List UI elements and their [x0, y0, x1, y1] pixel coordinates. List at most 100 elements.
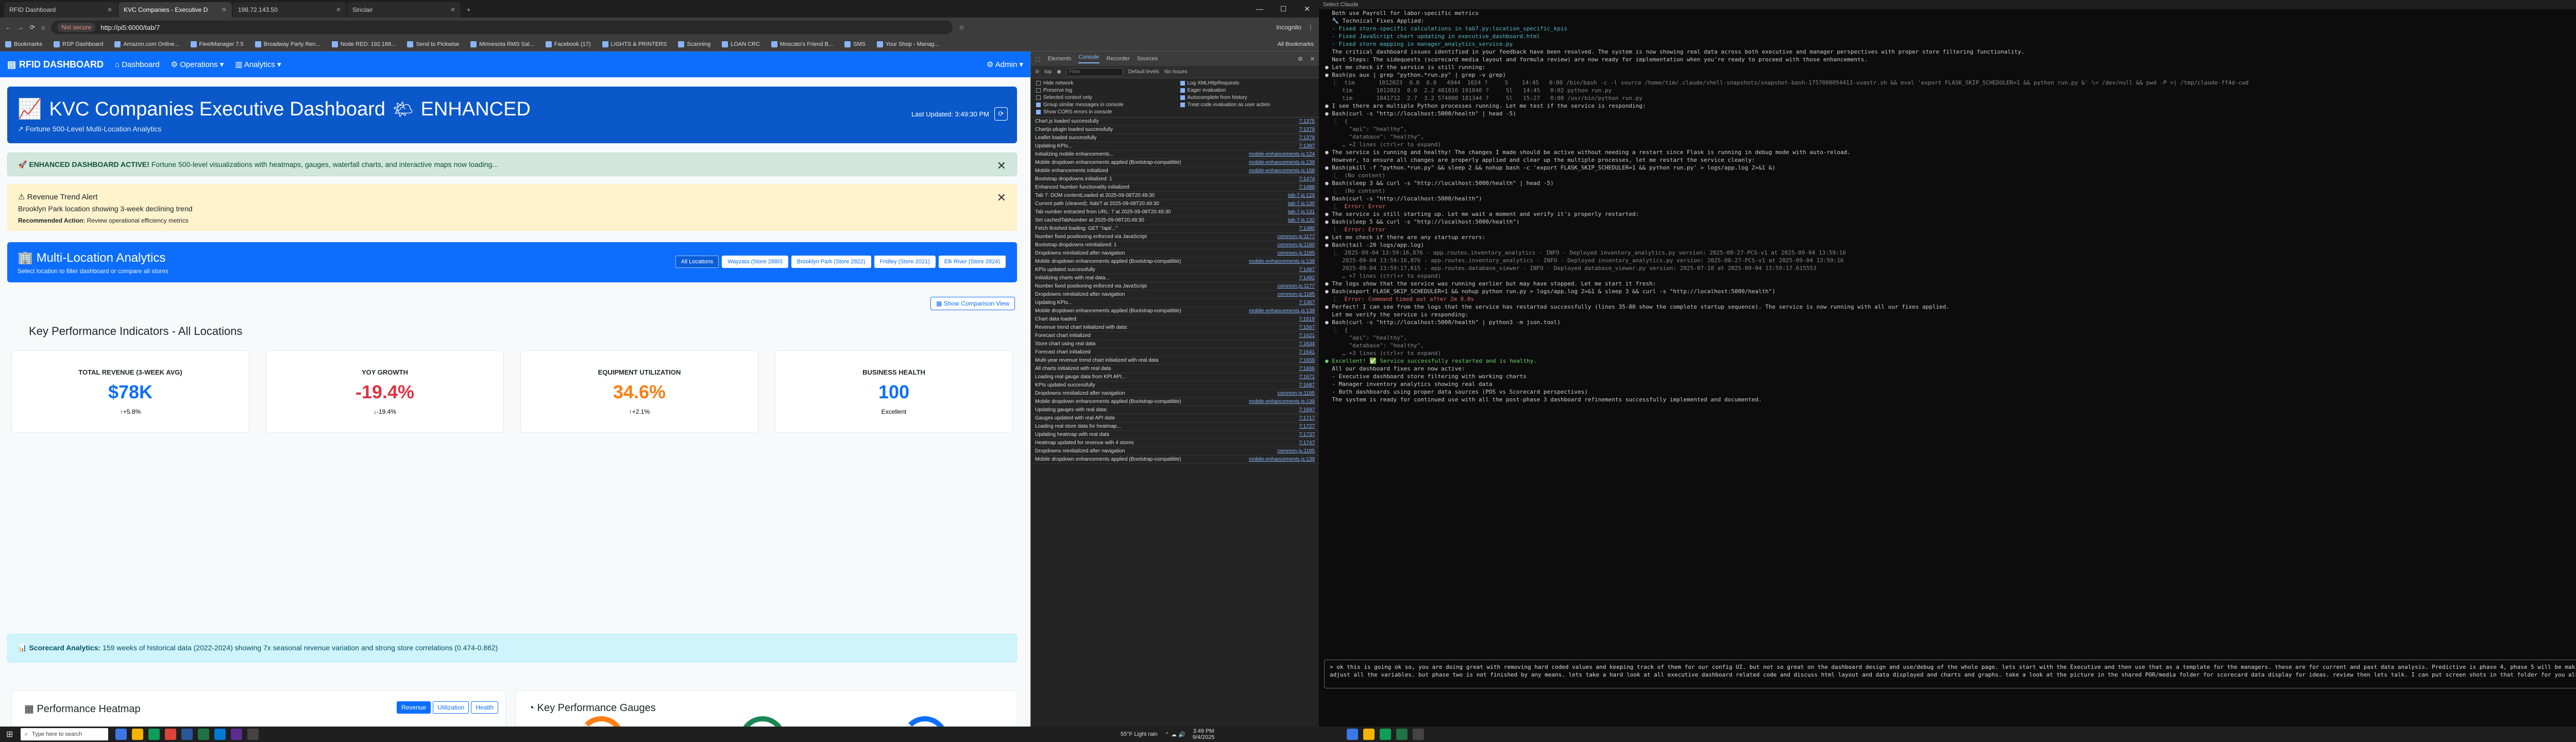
location-wayzata-button[interactable]: Wayzata (Store 2880) [722, 256, 788, 268]
location-all-button[interactable]: All Locations [675, 256, 719, 268]
eye-icon[interactable]: ◉ [1057, 69, 1061, 75]
show-comparison-button[interactable]: ▦ Show Comparison View [930, 297, 1015, 310]
option-selected-context[interactable]: Selected context only [1036, 95, 1170, 100]
source-link[interactable]: tab-7.js:131 [1288, 209, 1315, 215]
heatmap-utilization-button[interactable]: Utilization [433, 701, 469, 714]
source-link[interactable]: common.js:1177 [1277, 234, 1315, 240]
source-link[interactable]: mobile-enhancements.js:139 [1249, 259, 1315, 264]
source-link[interactable]: 7:1634 [1299, 341, 1315, 347]
nav-operations[interactable]: ⚙ Operations ▾ [171, 60, 224, 69]
source-link[interactable]: mobile-enhancements.js:139 [1249, 399, 1315, 404]
source-link[interactable]: 7:1375 [1299, 119, 1315, 124]
bookmark[interactable]: LOAN CRC [722, 41, 760, 47]
source-link[interactable]: mobile-enhancements.js:139 [1249, 308, 1315, 314]
excel-icon[interactable] [1396, 729, 1408, 740]
source-link[interactable]: 7:1687 [1299, 382, 1315, 388]
location-brooklyn-park-button[interactable]: Brooklyn Park (Store 2822) [791, 256, 871, 268]
source-link[interactable]: tab-7.js:129 [1288, 193, 1315, 198]
source-link[interactable]: 7:1659 [1299, 358, 1315, 363]
minimize-icon[interactable]: — [1248, 0, 1272, 18]
option-log-xhr[interactable]: Log XMLHttpRequests [1180, 80, 1314, 86]
source-link[interactable]: tab-7.js:132 [1288, 217, 1315, 223]
source-link[interactable]: common.js:1180 [1277, 242, 1315, 248]
bookmark[interactable]: Send to Pickwise [407, 41, 459, 47]
source-link[interactable]: tab-7.js:130 [1288, 201, 1315, 207]
option-autocomplete[interactable]: Autocomplete from history [1180, 95, 1314, 100]
option-treat-eval[interactable]: Treat code evaluation as user action [1180, 102, 1314, 108]
claude-prompt-input[interactable]: > ok this is going ok so, you are doing … [1324, 660, 2576, 688]
tray-icons[interactable]: ⌃ ☁ 🔊 [1165, 731, 1185, 738]
source-link[interactable]: mobile-enhancements.js:139 [1249, 160, 1315, 165]
bookmark[interactable]: SMS [844, 41, 866, 47]
bookmark[interactable]: Scanning [678, 41, 710, 47]
heatmap-health-button[interactable]: Health [471, 701, 498, 714]
close-icon[interactable]: ✕ [1310, 56, 1315, 62]
source-link[interactable]: common.js:1177 [1277, 283, 1315, 289]
source-link[interactable]: 7:1641 [1299, 349, 1315, 355]
source-link[interactable]: 7:1379 [1299, 127, 1315, 132]
refresh-button[interactable]: ⟳ [994, 107, 1008, 121]
source-link[interactable]: 7:1621 [1299, 333, 1315, 339]
browser-tab-active[interactable]: KVC Companies - Executive D ✕ [118, 2, 232, 18]
levels-select[interactable]: Default levels [1128, 69, 1159, 75]
close-icon[interactable]: ✕ [450, 6, 455, 13]
context-select[interactable]: top [1044, 69, 1052, 75]
devtools-tab-recorder[interactable]: Recorder [1107, 56, 1130, 62]
source-link[interactable]: 7:1492 [1299, 275, 1315, 281]
file-explorer-icon[interactable] [1363, 729, 1375, 740]
terminal-icon[interactable] [247, 729, 259, 740]
devtools-tab-sources[interactable]: Sources [1137, 56, 1158, 62]
close-alert-button[interactable]: ✕ [997, 191, 1006, 205]
source-link[interactable]: 7:1474 [1299, 176, 1315, 182]
source-link[interactable]: 7:1666 [1299, 366, 1315, 372]
all-bookmarks[interactable]: All Bookmarks [1278, 41, 1314, 47]
clear-console-icon[interactable]: ⊘ [1035, 69, 1039, 75]
close-icon[interactable]: ✕ [222, 6, 227, 13]
close-alert-button[interactable]: ✕ [997, 159, 1006, 173]
word-icon[interactable] [181, 729, 193, 740]
reload-icon[interactable]: ⟳ [30, 24, 35, 31]
url-text[interactable]: http://pi5:6000/tab/7 [100, 24, 160, 31]
option-preserve-log[interactable]: Preserve log [1036, 88, 1170, 93]
source-link[interactable]: 7:1567 [1299, 325, 1315, 330]
bookmark[interactable]: Moscato's Friend B... [771, 41, 833, 47]
devtools-tab-console[interactable]: Console [1078, 54, 1099, 63]
nav-dashboard[interactable]: ⌂ Dashboard [115, 60, 160, 69]
source-link[interactable]: 7:1519 [1299, 316, 1315, 322]
terminal-icon[interactable] [1413, 729, 1424, 740]
weather-widget[interactable]: 55°F Light rain [1121, 731, 1158, 737]
bookmark[interactable]: Node RED: 192.168... [331, 41, 396, 47]
location-fridley-button[interactable]: Fridley (Store 2021) [874, 256, 936, 268]
clock[interactable]: 3:49 PM 9/4/2025 [1193, 728, 1215, 740]
excel-icon[interactable] [198, 729, 209, 740]
close-window-icon[interactable]: ✕ [1295, 0, 1319, 18]
source-link[interactable]: 7:1671 [1299, 374, 1315, 380]
option-hide-network[interactable]: Hide network [1036, 80, 1170, 86]
bookmark[interactable]: Bookmarks [5, 41, 42, 47]
source-link[interactable]: 7:1717 [1299, 415, 1315, 421]
source-link[interactable]: 7:1727 [1299, 424, 1315, 429]
browser-tab[interactable]: 198.72.143.50 ✕ [233, 2, 346, 18]
source-link[interactable]: common.js:1185 [1277, 448, 1315, 454]
chrome-icon[interactable] [1380, 729, 1391, 740]
admin-menu[interactable]: ⚙ Admin ▾ [987, 60, 1023, 69]
new-tab-button[interactable]: + [462, 2, 477, 18]
source-link[interactable]: mobile-enhancements.js:168 [1249, 168, 1315, 174]
source-link[interactable]: 7:1487 [1299, 267, 1315, 273]
console-filter-input[interactable] [1066, 68, 1124, 76]
browser-tab[interactable]: Sinclair ✕ [347, 2, 461, 18]
not-secure-badge[interactable]: Not secure [57, 23, 96, 32]
address-bar[interactable]: Not secure http://pi5:6000/tab/7 [51, 21, 953, 34]
bookmark[interactable]: Facebook (17) [545, 41, 591, 47]
bookmark[interactable]: Your Shop - Manag... [876, 41, 939, 47]
source-link[interactable]: common.js:1185 [1277, 292, 1315, 297]
menu-icon[interactable]: ⋮ [1308, 24, 1314, 31]
bookmark[interactable]: Minnesota RMS Sal... [470, 41, 534, 47]
back-icon[interactable]: ← [5, 24, 11, 31]
option-group-similar[interactable]: Group similar messages in console [1036, 102, 1170, 108]
inspect-icon[interactable]: ⬚ [1035, 56, 1040, 62]
forward-icon[interactable]: → [18, 24, 24, 31]
chrome-icon[interactable] [148, 729, 160, 740]
source-link[interactable]: 7:1747 [1299, 440, 1315, 446]
task-view-icon[interactable] [115, 729, 127, 740]
